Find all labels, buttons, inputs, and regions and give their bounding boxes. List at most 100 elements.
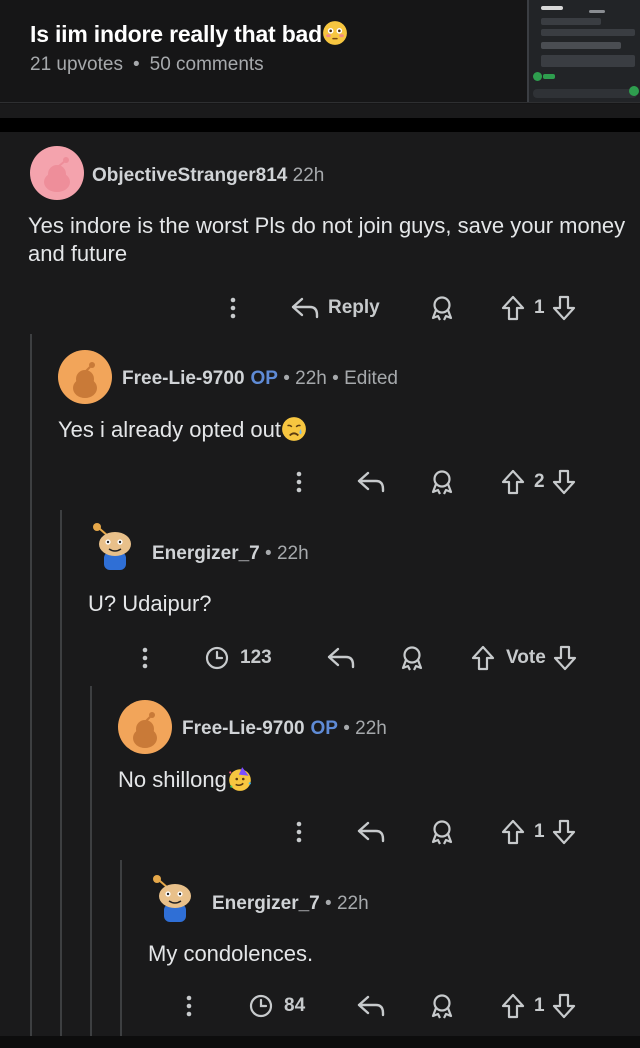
thumb-send-button <box>629 86 639 96</box>
snoo-avatar-icon <box>30 146 84 200</box>
more-vertical-icon <box>296 471 302 493</box>
reply-arrow-icon <box>291 297 319 319</box>
comment-author[interactable]: Energizer_7 • 22h <box>212 893 369 915</box>
avatar[interactable] <box>30 146 84 200</box>
more-options-button[interactable] <box>180 988 198 1024</box>
vote-count: 1 <box>534 995 545 1016</box>
upvote-arrow-icon[interactable] <box>470 644 496 672</box>
reply-arrow-icon <box>357 471 385 493</box>
more-vertical-icon <box>186 995 192 1017</box>
author-name[interactable]: Energizer_7 <box>212 893 320 914</box>
comment-actions: 84 1 <box>0 988 640 1024</box>
award-icon <box>401 646 423 671</box>
award-icon <box>431 820 453 845</box>
award-button[interactable] <box>428 814 456 850</box>
thumb-message-bar <box>533 89 637 98</box>
snoo-avatar-icon <box>58 350 112 404</box>
comment-body: My condolences. <box>148 941 314 966</box>
comment: Energizer_7 • 22h U? Udaipur? 123 Vote <box>0 510 640 686</box>
reply-button[interactable] <box>356 464 386 500</box>
comment-author[interactable]: Free-Lie-9700 OP • 22h • Edited <box>122 368 398 390</box>
more-options-button[interactable] <box>290 814 308 850</box>
more-options-button[interactable] <box>290 464 308 500</box>
comment-time: 22h <box>287 165 325 186</box>
op-badge: OP <box>310 718 338 739</box>
reply-button[interactable]: Reply <box>290 290 380 326</box>
vote-control: 1 <box>500 814 577 850</box>
reply-label: Reply <box>328 297 380 318</box>
downvote-arrow-icon[interactable] <box>552 644 578 672</box>
upvote-arrow-icon[interactable] <box>500 992 526 1020</box>
comment-body: Yes indore is the worst Pls do not join … <box>28 213 626 266</box>
comment: ObjectiveStranger814 22h Yes indore is t… <box>0 132 640 342</box>
more-vertical-icon <box>296 821 302 843</box>
more-vertical-icon <box>230 297 236 319</box>
upvote-arrow-icon[interactable] <box>500 468 526 496</box>
views-count: 84 <box>248 988 305 1024</box>
thumb-bubble <box>541 55 635 67</box>
avatar[interactable] <box>58 350 112 404</box>
bottom-bar <box>0 1036 640 1048</box>
award-button[interactable] <box>428 290 456 326</box>
section-separator <box>0 118 640 132</box>
comment-author[interactable]: Energizer_7 • 22h <box>152 543 309 565</box>
thumb-line <box>541 6 563 10</box>
downvote-arrow-icon[interactable] <box>551 992 577 1020</box>
award-button[interactable] <box>428 464 456 500</box>
comment: Energizer_7 • 22h My condolences. 84 1 <box>0 860 640 1036</box>
post-title[interactable]: Is iim indore really that bad <box>30 20 348 48</box>
post-meta: 21 upvotes • 50 comments <box>30 54 264 76</box>
comment-actions: 123 Vote <box>0 640 640 676</box>
comment: Free-Lie-9700 OP • 22h • Edited Yes i alr… <box>0 340 640 510</box>
more-options-button[interactable] <box>136 640 154 676</box>
vote-count: 1 <box>534 297 545 318</box>
vote-count: 1 <box>534 821 545 842</box>
author-name[interactable]: ObjectiveStranger814 <box>92 165 287 186</box>
views-clock-icon <box>205 646 229 670</box>
reply-button[interactable] <box>356 814 386 850</box>
award-button[interactable] <box>398 640 426 676</box>
downvote-arrow-icon[interactable] <box>551 294 577 322</box>
more-vertical-icon <box>142 647 148 669</box>
downvote-arrow-icon[interactable] <box>551 818 577 846</box>
upvote-arrow-icon[interactable] <box>500 294 526 322</box>
reply-arrow-icon <box>357 995 385 1017</box>
thumb-bubble <box>541 42 621 49</box>
author-name[interactable]: Energizer_7 <box>152 543 260 564</box>
comment-author[interactable]: ObjectiveStranger814 22h <box>92 165 324 187</box>
meta-separator: • <box>132 54 140 75</box>
author-name[interactable]: Free-Lie-9700 <box>182 718 305 739</box>
award-icon <box>431 296 453 321</box>
comment-actions: 1 <box>0 814 640 850</box>
thumb-bubble <box>541 18 601 25</box>
reply-button[interactable] <box>326 640 356 676</box>
disappointed-relieved-emoji-icon <box>282 417 306 441</box>
reply-arrow-icon <box>357 821 385 843</box>
avatar[interactable] <box>118 700 172 754</box>
comment-count[interactable]: 50 comments <box>150 54 264 75</box>
comment-body: Yes i already opted out <box>58 416 307 444</box>
comment-time: • 22h • Edited <box>277 368 398 389</box>
thumb-bubble <box>541 29 635 36</box>
comment-text: No shillong <box>118 767 227 792</box>
views-value: 123 <box>240 647 272 668</box>
avatar[interactable] <box>88 518 142 572</box>
vote-control: Vote <box>470 640 578 676</box>
comment-author[interactable]: Free-Lie-9700 OP • 22h <box>182 718 387 740</box>
award-button[interactable] <box>428 988 456 1024</box>
more-options-button[interactable] <box>224 290 242 326</box>
thumb-bubble <box>543 74 555 79</box>
post-title-text: Is iim indore really that bad <box>30 21 322 47</box>
post-header: Is iim indore really that bad 21 upvotes… <box>0 0 640 104</box>
avatar[interactable] <box>148 870 202 924</box>
upvote-arrow-icon[interactable] <box>500 818 526 846</box>
reply-arrow-icon <box>327 647 355 669</box>
comment-time: • 22h <box>337 718 387 739</box>
screenshot-thumbnail[interactable] <box>527 0 640 102</box>
thumb-green-dot <box>533 72 542 81</box>
reply-button[interactable] <box>356 988 386 1024</box>
views-count: 123 <box>204 640 272 676</box>
flushed-face-emoji-icon <box>323 21 347 45</box>
author-name[interactable]: Free-Lie-9700 <box>122 368 245 389</box>
downvote-arrow-icon[interactable] <box>551 468 577 496</box>
